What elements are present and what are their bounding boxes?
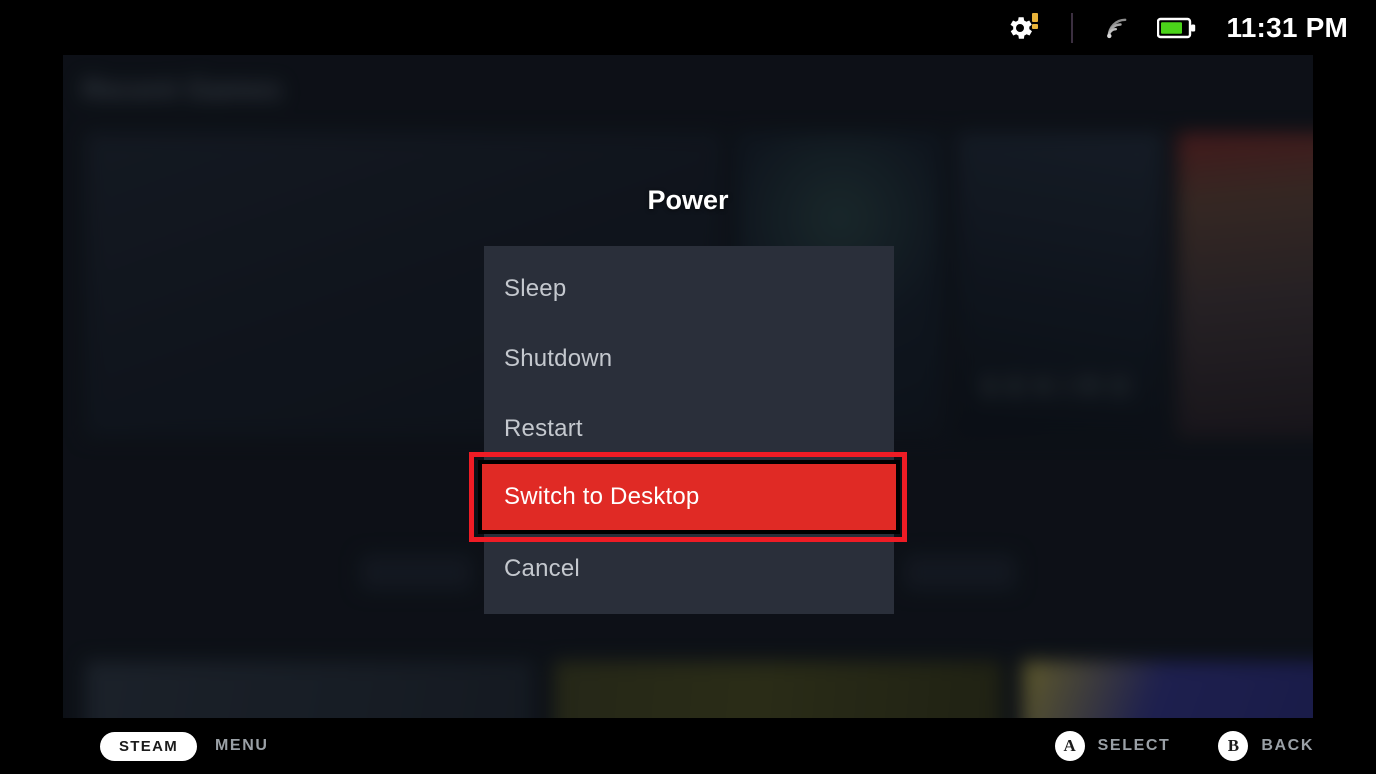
menu-item-restart[interactable]: Restart [484, 394, 894, 464]
a-button-hint[interactable]: A SELECT [1054, 731, 1171, 761]
steam-deck-screen: Recent Games SEKIRO [0, 0, 1376, 774]
a-button-action-label: SELECT [1097, 737, 1171, 754]
status-bar: 11:31 PM [0, 0, 1376, 55]
battery-icon[interactable] [1156, 17, 1197, 39]
warning-badge-icon [1031, 12, 1038, 29]
power-menu: Sleep Shutdown Restart Cancel [484, 246, 894, 614]
b-button-icon: B [1218, 731, 1249, 761]
status-icons: 11:31 PM [1003, 11, 1348, 45]
a-button-icon: A [1054, 731, 1085, 761]
dialog-title: Power [647, 185, 729, 215]
menu-item-sleep[interactable]: Sleep [484, 254, 894, 324]
bottom-bar-left: STEAM MENU [100, 731, 269, 761]
menu-item-cancel[interactable]: Cancel [484, 534, 894, 604]
b-button-hint[interactable]: B BACK [1218, 731, 1314, 761]
menu-item-shutdown[interactable]: Shutdown [484, 324, 894, 394]
bottom-action-bar: STEAM MENU A SELECT B BACK [0, 718, 1376, 774]
gear-icon[interactable] [1003, 11, 1038, 45]
clock: 11:31 PM [1226, 11, 1348, 43]
bottom-bar-right: A SELECT B BACK [1054, 731, 1314, 761]
b-button-action-label: BACK [1261, 737, 1314, 754]
menu-item-switch-to-desktop[interactable]: Switch to Desktop [478, 460, 900, 534]
wifi-icon[interactable] [1103, 14, 1131, 42]
status-divider [1070, 12, 1073, 43]
steam-button-action-label: MENU [215, 737, 269, 754]
steam-button[interactable]: STEAM [100, 731, 197, 761]
